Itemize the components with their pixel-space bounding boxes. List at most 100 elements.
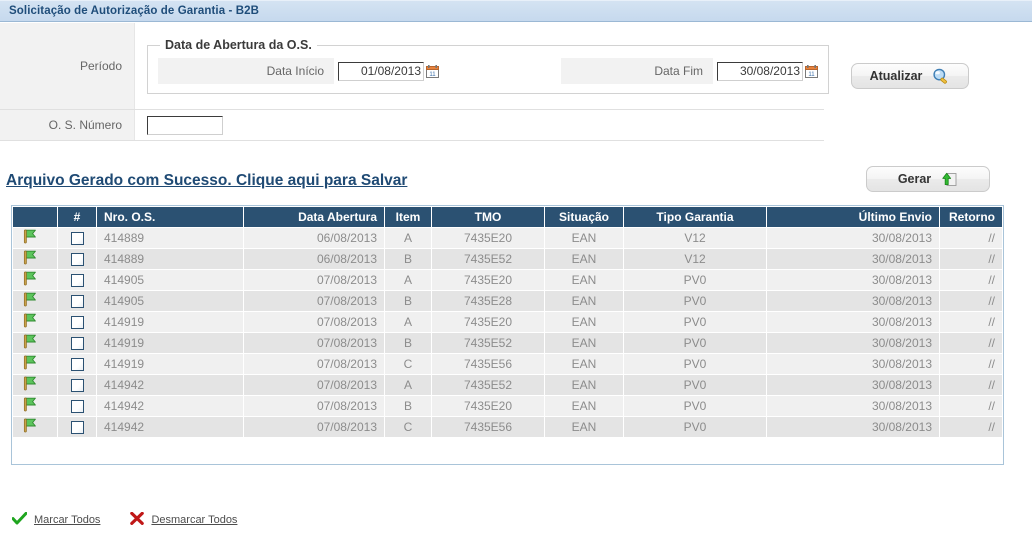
calendar-icon[interactable]: 11 [426,64,439,78]
os-numero-row: O. S. Número [0,109,824,141]
col-header-retorno[interactable]: Retorno [940,207,1002,227]
row-flag-cell[interactable] [13,354,57,374]
atualizar-button[interactable]: Atualizar [851,63,969,89]
row-select-cell[interactable] [58,417,96,437]
table-row: 414889 06/08/2013 A 7435E20 EAN V12 30/08/2013… [13,228,1002,248]
orders-table-head: # Nro. O.S. Data Abertura Item TMO Situa… [13,207,1002,227]
os-numero-label: O. S. Número [0,109,135,141]
flag-icon[interactable] [21,292,38,310]
cell-retorno: // [940,375,1002,395]
col-header-situacao[interactable]: Situação [545,207,623,227]
cell-situacao: EAN [545,375,623,395]
row-checkbox[interactable] [70,316,84,330]
flag-icon[interactable] [21,229,38,247]
orders-grid: # Nro. O.S. Data Abertura Item TMO Situa… [11,205,1004,465]
cell-ultimo-envio: 30/08/2013 [767,396,939,416]
table-row: 414942 07/08/2013 A 7435E52 EAN PV0 30/08/2013… [13,375,1002,395]
col-header-item[interactable]: Item [385,207,431,227]
row-checkbox[interactable] [70,421,84,435]
row-checkbox[interactable] [70,379,84,393]
search-icon [932,68,950,84]
row-checkbox[interactable] [70,274,84,288]
flag-icon[interactable] [21,334,38,352]
data-abertura-legend: Data de Abertura da O.S. [165,38,312,52]
row-select-cell[interactable] [58,333,96,353]
cell-tipo-garantia: PV0 [624,375,766,395]
row-flag-cell[interactable] [13,291,57,311]
flag-icon[interactable] [21,250,38,268]
cell-situacao: EAN [545,228,623,248]
cell-data-abertura: 07/08/2013 [244,417,384,437]
col-header-data-abertura[interactable]: Data Abertura [244,207,384,227]
cell-nro-os: 414942 [97,417,243,437]
row-flag-cell[interactable] [13,417,57,437]
flag-icon[interactable] [21,376,38,394]
col-header-select[interactable]: # [58,207,96,227]
row-select-cell[interactable] [58,249,96,269]
row-select-cell[interactable] [58,228,96,248]
cell-ultimo-envio: 30/08/2013 [767,417,939,437]
flag-icon[interactable] [21,271,38,289]
grid-footer-actions: Marcar Todos Desmarcar Todos [11,511,237,528]
row-select-cell[interactable] [58,375,96,395]
row-select-cell[interactable] [58,291,96,311]
row-checkbox[interactable] [70,253,84,267]
col-header-flag[interactable] [13,207,57,227]
col-header-tipo-garantia[interactable]: Tipo Garantia [624,207,766,227]
gerar-button[interactable]: Gerar [866,166,990,192]
row-checkbox[interactable] [70,337,84,351]
row-select-cell[interactable] [58,396,96,416]
col-header-tmo[interactable]: TMO [432,207,544,227]
cell-ultimo-envio: 30/08/2013 [767,312,939,332]
row-checkbox[interactable] [70,232,84,246]
row-flag-cell[interactable] [13,333,57,353]
cell-tmo: 7435E20 [432,312,544,332]
flag-icon[interactable] [21,355,38,373]
cell-nro-os: 414905 [97,270,243,290]
cell-tipo-garantia: PV0 [624,354,766,374]
data-inicio-input[interactable] [338,61,424,81]
data-fim-input[interactable] [717,61,803,81]
cell-item: A [385,228,431,248]
cell-ultimo-envio: 30/08/2013 [767,291,939,311]
row-flag-cell[interactable] [13,396,57,416]
row-flag-cell[interactable] [13,270,57,290]
row-flag-cell[interactable] [13,249,57,269]
row-flag-cell[interactable] [13,228,57,248]
os-numero-input[interactable] [147,115,223,135]
row-flag-cell[interactable] [13,375,57,395]
cell-tmo: 7435E52 [432,375,544,395]
upload-icon [941,172,958,187]
cell-tipo-garantia: V12 [624,228,766,248]
marcar-todos-link[interactable]: Marcar Todos [34,514,100,526]
row-select-cell[interactable] [58,312,96,332]
col-header-ultimo-envio[interactable]: Último Envio [767,207,939,227]
row-checkbox[interactable] [70,358,84,372]
row-select-cell[interactable] [58,270,96,290]
flag-icon[interactable] [21,397,38,415]
flag-icon[interactable] [21,418,38,436]
desmarcar-todos-link[interactable]: Desmarcar Todos [151,514,237,526]
col-header-nro-os[interactable]: Nro. O.S. [97,207,243,227]
cell-retorno: // [940,291,1002,311]
cell-item: C [385,354,431,374]
row-flag-cell[interactable] [13,312,57,332]
data-fim-label: Data Fim [561,58,713,84]
svg-text:11: 11 [808,72,815,78]
row-checkbox[interactable] [70,295,84,309]
row-checkbox[interactable] [70,400,84,414]
os-numero-field [134,109,824,141]
table-row: 414919 07/08/2013 B 7435E52 EAN PV0 30/08/2013… [13,333,1002,353]
cell-item: B [385,249,431,269]
flag-icon[interactable] [21,313,38,331]
calendar-icon[interactable]: 11 [805,64,818,78]
dates-row: Data Início 11 Data Fi [158,56,818,86]
gerar-button-label: Gerar [897,172,932,186]
save-file-link[interactable]: Arquivo Gerado com Sucesso. Clique aqui … [6,172,407,190]
cell-situacao: EAN [545,417,623,437]
row-select-cell[interactable] [58,354,96,374]
table-row: 414942 07/08/2013 C 7435E56 EAN PV0 30/08/2013… [13,417,1002,437]
cell-retorno: // [940,333,1002,353]
periodo-label: Período [0,23,135,110]
cell-ultimo-envio: 30/08/2013 [767,270,939,290]
